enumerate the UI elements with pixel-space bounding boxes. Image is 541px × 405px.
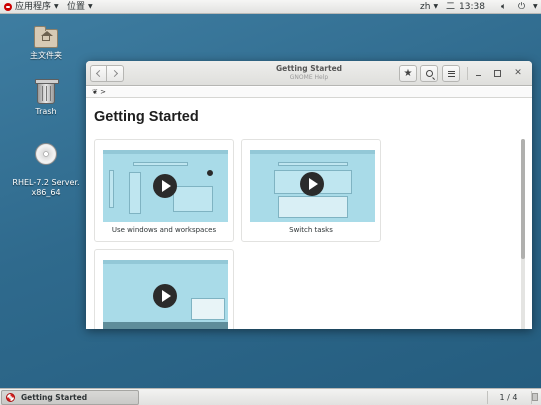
taskbar-item-label: Getting Started xyxy=(21,393,88,402)
play-icon xyxy=(300,172,324,196)
desktop-icon-label: 主文件夹 xyxy=(30,51,62,60)
video-card-windows[interactable]: Use windows and workspaces xyxy=(94,139,234,242)
window-subtitle: GNOME Help xyxy=(289,74,329,81)
clock-time: 13:38 xyxy=(459,2,485,12)
desktop-icon-label: Trash xyxy=(35,107,57,116)
header-bar: Getting Started GNOME Help ★ ✕ xyxy=(86,61,532,86)
dropdown-arrow-icon: ▼ xyxy=(54,3,59,10)
desktop-icon-trash[interactable]: Trash xyxy=(11,79,81,117)
clock-day: 二 xyxy=(446,2,456,12)
disc-icon xyxy=(35,143,57,165)
system-menu-arrow[interactable]: ▼ xyxy=(530,0,538,14)
clock[interactable]: 二 13:38 xyxy=(446,0,485,14)
breadcrumb: ❦ > xyxy=(86,87,532,98)
places-menu[interactable]: 位置 ▼ xyxy=(67,0,93,14)
power-icon[interactable]: ⏻ xyxy=(518,0,525,14)
video-thumbnail xyxy=(250,150,375,222)
search-icon xyxy=(425,70,433,77)
applications-menu-label: 应用程序 xyxy=(15,2,52,12)
dropdown-arrow-icon: ▼ xyxy=(533,3,538,10)
play-icon xyxy=(153,174,177,198)
scrollbar[interactable] xyxy=(521,139,525,329)
desktop-icon-home[interactable]: 主文件夹 xyxy=(11,26,81,61)
play-icon xyxy=(153,284,177,308)
bookmarks-button[interactable]: ★ xyxy=(399,65,417,82)
volume-icon[interactable]: 🔈︎ xyxy=(501,0,506,14)
workspace-switcher-icon[interactable] xyxy=(532,393,538,401)
help-content: Getting Started Use windows and workspac… xyxy=(86,99,526,329)
video-card-switch-tasks[interactable]: Switch tasks xyxy=(241,139,381,242)
hamburger-icon xyxy=(447,70,455,77)
help-window: Getting Started GNOME Help ★ ✕ ❦ > Getti… xyxy=(86,61,532,329)
search-button[interactable] xyxy=(420,65,438,82)
header-separator xyxy=(467,67,468,80)
trash-icon xyxy=(35,79,59,104)
window-list-bar: Getting Started 1 / 4 xyxy=(0,388,541,405)
help-home-icon[interactable]: ❦ xyxy=(92,88,98,96)
top-panel: 应用程序 ▼ 位置 ▼ zh ▼ 二 13:38 🔈︎ ⏻ ▼ xyxy=(0,0,541,14)
dropdown-arrow-icon: ▼ xyxy=(433,3,439,10)
star-icon: ★ xyxy=(403,68,413,79)
video-thumbnail xyxy=(103,260,228,329)
help-lifebuoy-icon xyxy=(6,393,15,402)
places-menu-label: 位置 xyxy=(67,2,86,12)
card-label: Switch tasks xyxy=(289,226,333,234)
breadcrumb-separator: > xyxy=(100,88,106,96)
desktop-icon-label: RHEL-7.2 Server. x86_64 xyxy=(12,178,80,197)
taskbar-item-getting-started[interactable]: Getting Started xyxy=(1,390,139,405)
workspace-indicator[interactable]: 1 / 4 xyxy=(487,391,532,404)
menu-button[interactable] xyxy=(442,65,460,82)
input-method-indicator[interactable]: zh ▼ xyxy=(420,0,438,14)
minimize-button[interactable] xyxy=(472,66,486,80)
page-title: Getting Started xyxy=(94,109,199,125)
video-card-3[interactable] xyxy=(94,249,234,329)
desktop-icon-disc[interactable]: RHEL-7.2 Server. x86_64 xyxy=(11,133,81,208)
dropdown-arrow-icon: ▼ xyxy=(88,3,93,10)
input-method-label: zh xyxy=(420,2,431,12)
maximize-button[interactable] xyxy=(490,66,504,80)
video-thumbnail xyxy=(103,150,228,222)
card-label: Use windows and workspaces xyxy=(111,226,217,234)
applications-menu[interactable]: 应用程序 ▼ xyxy=(4,0,59,14)
window-title: Getting Started xyxy=(275,64,343,73)
home-folder-icon xyxy=(34,26,58,48)
redhat-logo-icon xyxy=(4,3,12,11)
scrollbar-thumb[interactable] xyxy=(521,139,525,259)
close-button[interactable]: ✕ xyxy=(511,66,525,80)
close-icon: ✕ xyxy=(514,68,522,78)
